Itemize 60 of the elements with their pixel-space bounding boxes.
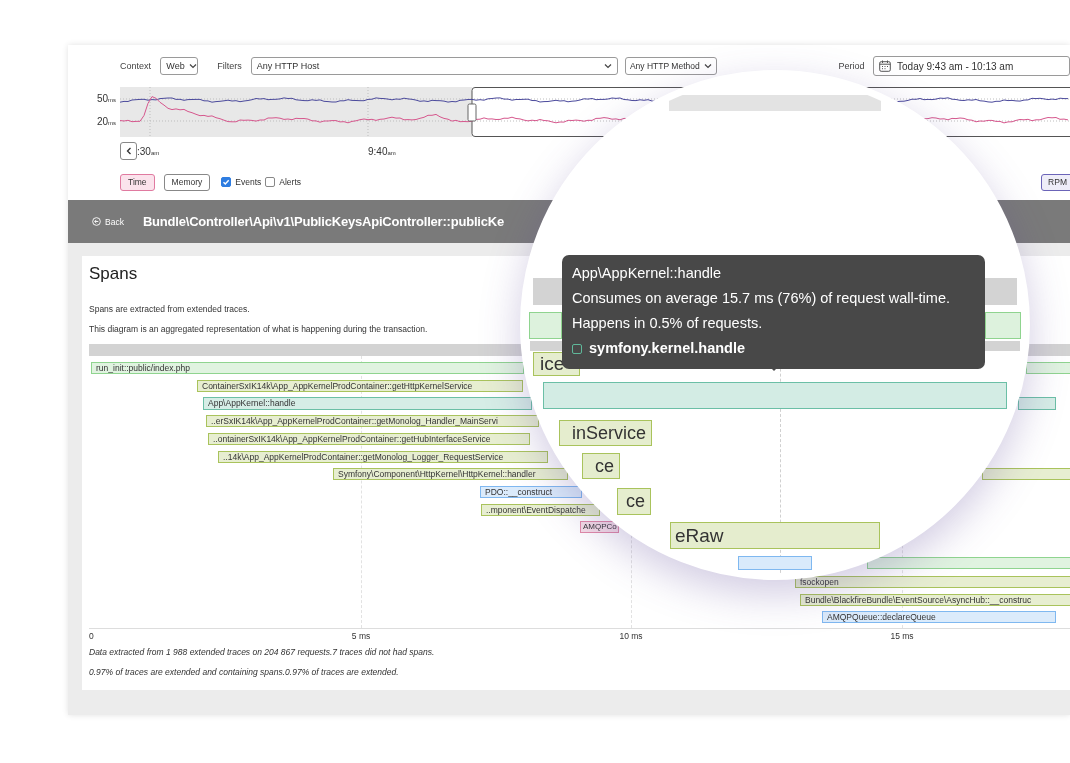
chevron-down-icon <box>603 63 612 69</box>
axis-label: 5 ms <box>351 631 371 641</box>
tooltip-title: App\AppKernel::handle <box>572 264 723 283</box>
tooltip-text: Happens in 0.5% of requests. <box>572 314 764 333</box>
footnote: Data extracted from 1 988 extended traces on 204 867 requests.7 traces did not had spans. <box>89 647 435 657</box>
method-select[interactable]: Any HTTP Method <box>624 57 717 75</box>
checkbox-label: Events <box>235 177 262 187</box>
span-bar[interactable]: eRaw <box>670 522 880 549</box>
chevron-down-icon <box>188 63 197 69</box>
axis-label: 15 ms <box>890 631 914 641</box>
filters-label: Filters <box>217 61 243 71</box>
rpm-button[interactable]: RPM <box>1041 173 1070 191</box>
span-bar[interactable] <box>985 312 1021 339</box>
span-bar[interactable] <box>543 382 1007 409</box>
event-name: symfony.kernel.handle <box>589 339 746 358</box>
span-bar[interactable]: fsockopen <box>795 576 1070 588</box>
span-bar[interactable]: ce <box>582 453 620 479</box>
legend-swatch <box>572 343 582 354</box>
span-bar[interactable]: ..erSxIK14k\App_AppKernelProdContainer::getMonolog_Handler_MainServi <box>206 415 539 427</box>
selection-handle[interactable] <box>467 103 477 122</box>
metric-tab[interactable]: Memory <box>163 173 211 191</box>
span-bar[interactable]: Bundle\BlackfireBundle\EventSource\AsyncHub::__construc <box>800 594 1070 606</box>
card-title: Spans <box>89 264 138 284</box>
checkbox[interactable] <box>265 177 276 187</box>
chevron-down-icon <box>703 63 712 69</box>
checkbox[interactable] <box>221 177 232 187</box>
checkbox-label: Alerts <box>279 177 301 187</box>
span-bar[interactable]: AMQPQueue::declareQueue <box>822 611 1056 623</box>
span-bar[interactable]: ..ontainerSxIK14k\App_AppKernelProdContainer::getHubInterfaceService <box>208 433 530 445</box>
host-select[interactable]: Any HTTP Host <box>250 57 618 75</box>
span-bar[interactable]: ..14k\App_AppKernelProdContainer::getMonolog_Logger_RequestService <box>218 451 548 463</box>
axis-label: 0 <box>89 631 94 641</box>
period-field[interactable]: Today 9:43 am - 10:13 am <box>873 56 1070 76</box>
tooltip-text: Consumes on average 15.7 ms (76%) of request wall-time. <box>572 289 951 308</box>
span-bar[interactable] <box>529 312 562 339</box>
span-bar[interactable] <box>1018 397 1056 410</box>
calendar-icon <box>879 60 892 72</box>
context-select[interactable]: Web <box>160 57 199 75</box>
description-text: This diagram is an aggregated representation of what is happening during the transaction. <box>89 324 428 334</box>
back-arrow-icon <box>92 217 101 226</box>
previous-button[interactable] <box>120 142 137 160</box>
axis-label: 10 ms <box>619 631 643 641</box>
span-bar[interactable]: Symfony\Component\HttpKernel\HttpKernel::handler <box>333 468 568 480</box>
page-title: Bundle\Controller\Api\v1\PublicKeysApiController::publicKe <box>142 214 504 229</box>
span-bar[interactable]: ..mponent\EventDispatche <box>481 504 600 516</box>
description-text: Spans are extracted from extended traces. <box>89 304 250 314</box>
context-label: Context <box>120 61 153 71</box>
span-bar[interactable]: ce <box>617 488 651 515</box>
span-bar[interactable]: AMQPCo <box>580 521 619 533</box>
period-label: Period <box>838 61 866 71</box>
back-button[interactable]: Back <box>92 216 124 227</box>
span-bar[interactable]: PDO::__construct <box>480 486 582 498</box>
span-bar[interactable]: inService <box>559 420 652 446</box>
span-bar[interactable]: run_init::public/index.php <box>91 362 524 374</box>
span-bar[interactable] <box>738 556 812 570</box>
span-bar[interactable]: ContainerSxIK14k\App_AppKernelProdContainer::getHttpKernelService <box>197 380 523 392</box>
span-bar[interactable]: App\AppKernel::handle <box>203 397 532 410</box>
metric-tab[interactable]: Time <box>120 173 155 191</box>
footnote: 0.97% of traces are extended and containing spans.0.97% of traces are extended. <box>89 667 399 677</box>
chevron-left-icon <box>125 147 132 155</box>
